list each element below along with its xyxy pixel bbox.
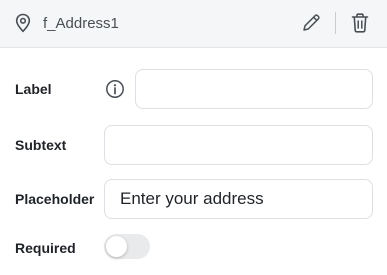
required-toggle[interactable] bbox=[104, 234, 150, 259]
toggle-knob bbox=[106, 236, 127, 257]
field-name: f_Address1 bbox=[43, 15, 119, 32]
required-field-label: Required bbox=[15, 240, 76, 256]
info-icon[interactable] bbox=[105, 79, 125, 99]
header-divider bbox=[335, 12, 336, 34]
label-input[interactable] bbox=[135, 69, 373, 109]
pencil-icon[interactable] bbox=[300, 12, 322, 34]
subtext-input[interactable] bbox=[104, 125, 373, 165]
subtext-field-label: Subtext bbox=[15, 137, 67, 153]
label-field-label: Label bbox=[15, 81, 52, 97]
placeholder-field-label: Placeholder bbox=[15, 191, 95, 207]
location-pin-icon bbox=[15, 13, 31, 33]
placeholder-input[interactable] bbox=[104, 179, 373, 219]
field-header: f_Address1 bbox=[0, 0, 387, 48]
trash-icon[interactable] bbox=[350, 12, 370, 34]
